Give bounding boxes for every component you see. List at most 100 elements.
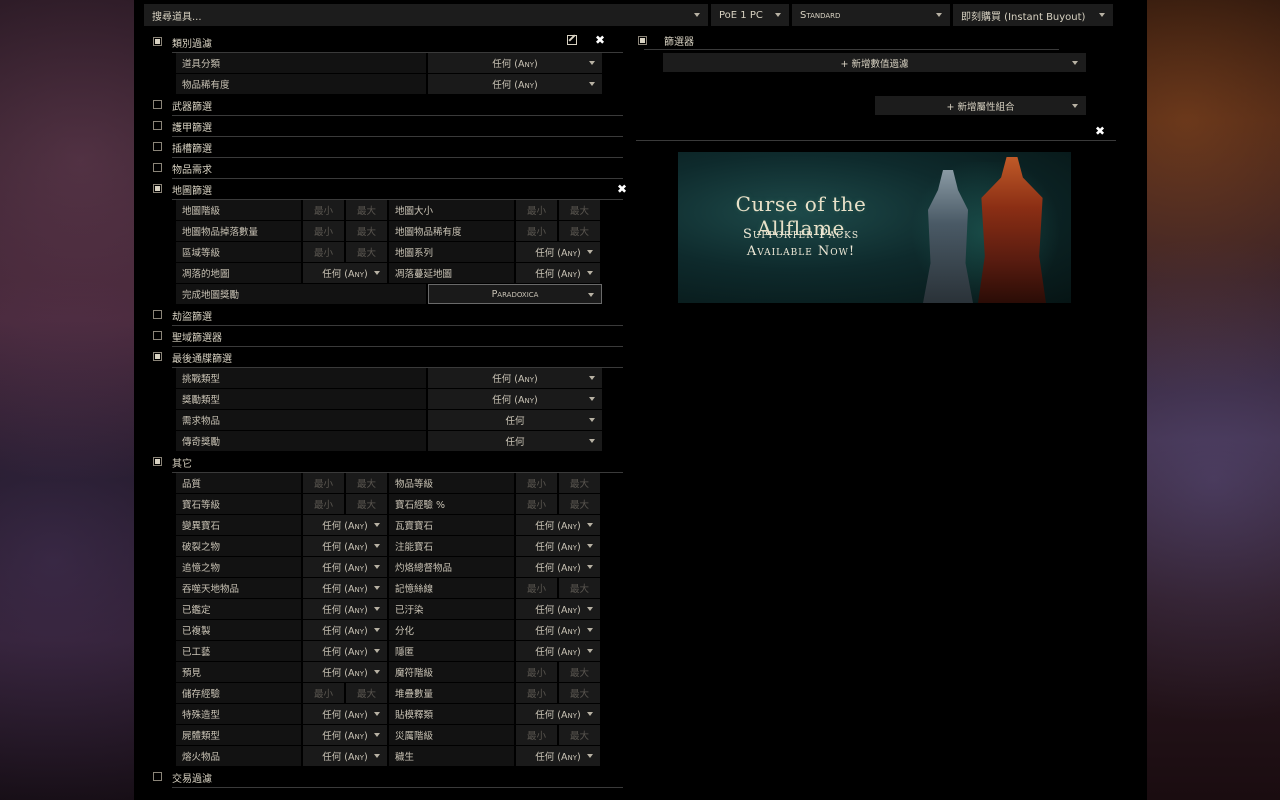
type-filters-section[interactable]: 類別過濾 xyxy=(153,32,623,53)
min-input[interactable]: 最小 xyxy=(516,725,557,745)
filter-select[interactable]: 任何 (Any) xyxy=(303,620,387,640)
max-input[interactable]: 最大 xyxy=(559,662,600,682)
min-input[interactable]: 最小 xyxy=(303,494,344,514)
filter-select[interactable]: 任何 xyxy=(428,410,602,430)
filter-select[interactable]: 任何 (Any) xyxy=(303,704,387,724)
edit-icon[interactable] xyxy=(567,35,577,45)
trade-filters-section[interactable]: 交易過濾 xyxy=(153,767,623,788)
min-input[interactable]: 最小 xyxy=(516,221,557,241)
min-input[interactable]: 最小 xyxy=(303,221,344,241)
chevron-down-icon xyxy=(587,565,593,569)
map-filters-section[interactable]: 地圖篩選 ✖ xyxy=(153,179,627,200)
ultimatum-filters-section[interactable]: 最後通牒篩選 xyxy=(153,347,623,368)
filter-select[interactable]: 任何 (Any) xyxy=(303,725,387,745)
filter-select[interactable]: 任何 (Any) xyxy=(303,662,387,682)
filter-row: 特殊造型 任何 (Any) 貼模釋類 任何 (Any) xyxy=(176,704,624,725)
item-search-input[interactable]: 搜尋道具... xyxy=(144,4,708,26)
min-input[interactable]: 最小 xyxy=(303,242,344,262)
filter-select[interactable]: 任何 (Any) xyxy=(303,263,387,283)
type-filters-section-checkbox[interactable] xyxy=(153,37,162,46)
max-input[interactable]: 最大 xyxy=(559,221,600,241)
filter-select[interactable]: 任何 (Any) xyxy=(516,746,600,766)
filter-select[interactable]: Paradoxica xyxy=(428,284,602,304)
filter-select[interactable]: 任何 (Any) xyxy=(428,389,602,409)
filter-select[interactable]: 任何 (Any) xyxy=(303,557,387,577)
max-input[interactable]: 最大 xyxy=(559,200,600,220)
min-input[interactable]: 最小 xyxy=(303,683,344,703)
add-stat-filter-button[interactable]: + 新增數值過濾 xyxy=(663,53,1086,72)
heist-filters-section[interactable]: 劫盜篩選 xyxy=(153,305,623,326)
misc-section-checkbox[interactable] xyxy=(153,457,162,466)
league-select[interactable]: Standard xyxy=(792,4,950,26)
chevron-down-icon xyxy=(587,649,593,653)
min-input[interactable]: 最小 xyxy=(516,683,557,703)
min-input[interactable]: 最小 xyxy=(303,473,344,493)
requirements-section[interactable]: 物品需求 xyxy=(153,158,623,179)
filter-select[interactable]: 任何 (Any) xyxy=(516,599,600,619)
heist-filters-section-checkbox[interactable] xyxy=(153,310,162,319)
chevron-down-icon xyxy=(1072,61,1078,65)
add-stat-group-button[interactable]: + 新增屬性組合 xyxy=(875,96,1086,115)
ultimatum-filters-section-checkbox[interactable] xyxy=(153,352,162,361)
weapon-filters-section-checkbox[interactable] xyxy=(153,100,162,109)
filter-select[interactable]: 任何 (Any) xyxy=(516,515,600,535)
misc-section[interactable]: 其它 xyxy=(153,452,623,473)
platform-select[interactable]: PoE 1 PC xyxy=(711,4,789,26)
chevron-down-icon xyxy=(374,754,380,758)
filter-select[interactable]: 任何 (Any) xyxy=(428,53,602,73)
filter-select[interactable]: 任何 (Any) xyxy=(303,746,387,766)
socket-filters-section[interactable]: 插槽篩選 xyxy=(153,137,623,158)
sanctum-filters-section-checkbox[interactable] xyxy=(153,331,162,340)
promo-banner[interactable]: Curse of the Allflame Supporter Packs Av… xyxy=(678,152,1071,303)
filter-select[interactable]: 任何 (Any) xyxy=(516,641,600,661)
stat-filters-checkbox[interactable] xyxy=(638,36,647,45)
socket-filters-section-checkbox[interactable] xyxy=(153,142,162,151)
filter-select[interactable]: 任何 (Any) xyxy=(303,515,387,535)
filter-select[interactable]: 任何 (Any) xyxy=(303,641,387,661)
close-icon[interactable]: ✖ xyxy=(595,33,605,47)
filter-select[interactable]: 任何 (Any) xyxy=(516,557,600,577)
filter-select[interactable]: 任何 (Any) xyxy=(516,263,600,283)
filter-select[interactable]: 任何 xyxy=(428,431,602,451)
min-input[interactable]: 最小 xyxy=(516,473,557,493)
filter-select[interactable]: 任何 (Any) xyxy=(516,620,600,640)
max-input[interactable]: 最大 xyxy=(346,473,387,493)
max-input[interactable]: 最大 xyxy=(346,494,387,514)
max-input[interactable]: 最大 xyxy=(346,200,387,220)
min-input[interactable]: 最小 xyxy=(516,200,557,220)
armour-filters-section-checkbox[interactable] xyxy=(153,121,162,130)
max-input[interactable]: 最大 xyxy=(346,683,387,703)
min-input[interactable]: 最小 xyxy=(303,200,344,220)
min-input[interactable]: 最小 xyxy=(516,494,557,514)
map-filters-section-checkbox[interactable] xyxy=(153,184,162,193)
trade-filters-section-checkbox[interactable] xyxy=(153,772,162,781)
filter-row: 凋落的地圖 任何 (Any) 凋落蔓延地圖 任何 (Any) xyxy=(176,263,624,284)
min-input[interactable]: 最小 xyxy=(516,662,557,682)
filter-select[interactable]: 任何 (Any) xyxy=(516,242,600,262)
close-icon[interactable]: ✖ xyxy=(1095,124,1105,138)
requirements-section-checkbox[interactable] xyxy=(153,163,162,172)
filter-select[interactable]: 任何 (Any) xyxy=(303,578,387,598)
filter-select[interactable]: 任何 (Any) xyxy=(516,704,600,724)
filter-select[interactable]: 任何 (Any) xyxy=(428,368,602,388)
weapon-filters-section[interactable]: 武器篩選 xyxy=(153,95,623,116)
filter-select[interactable]: 任何 (Any) xyxy=(303,536,387,556)
sanctum-filters-section[interactable]: 聖域篩選器 xyxy=(153,326,623,347)
armour-filters-section[interactable]: 護甲篩選 xyxy=(153,116,623,137)
filter-row: 區域等級 最小 最大 地圖系列 任何 (Any) xyxy=(176,242,624,263)
filter-select[interactable]: 任何 (Any) xyxy=(516,536,600,556)
max-input[interactable]: 最大 xyxy=(559,725,600,745)
max-input[interactable]: 最大 xyxy=(346,221,387,241)
buyout-select[interactable]: 即刻購買 (Instant Buyout) xyxy=(953,4,1113,26)
filter-select[interactable]: 任何 (Any) xyxy=(428,74,602,94)
max-input[interactable]: 最大 xyxy=(346,242,387,262)
max-input[interactable]: 最大 xyxy=(559,494,600,514)
close-icon[interactable]: ✖ xyxy=(617,182,627,196)
stat-filters-header[interactable]: 篩選器 xyxy=(638,32,1059,50)
filter-select[interactable]: 任何 (Any) xyxy=(303,599,387,619)
max-input[interactable]: 最大 xyxy=(559,473,600,493)
max-input[interactable]: 最大 xyxy=(559,683,600,703)
max-input[interactable]: 最大 xyxy=(559,578,600,598)
min-input[interactable]: 最小 xyxy=(516,578,557,598)
filter-label: 注能寶石 xyxy=(389,536,514,556)
